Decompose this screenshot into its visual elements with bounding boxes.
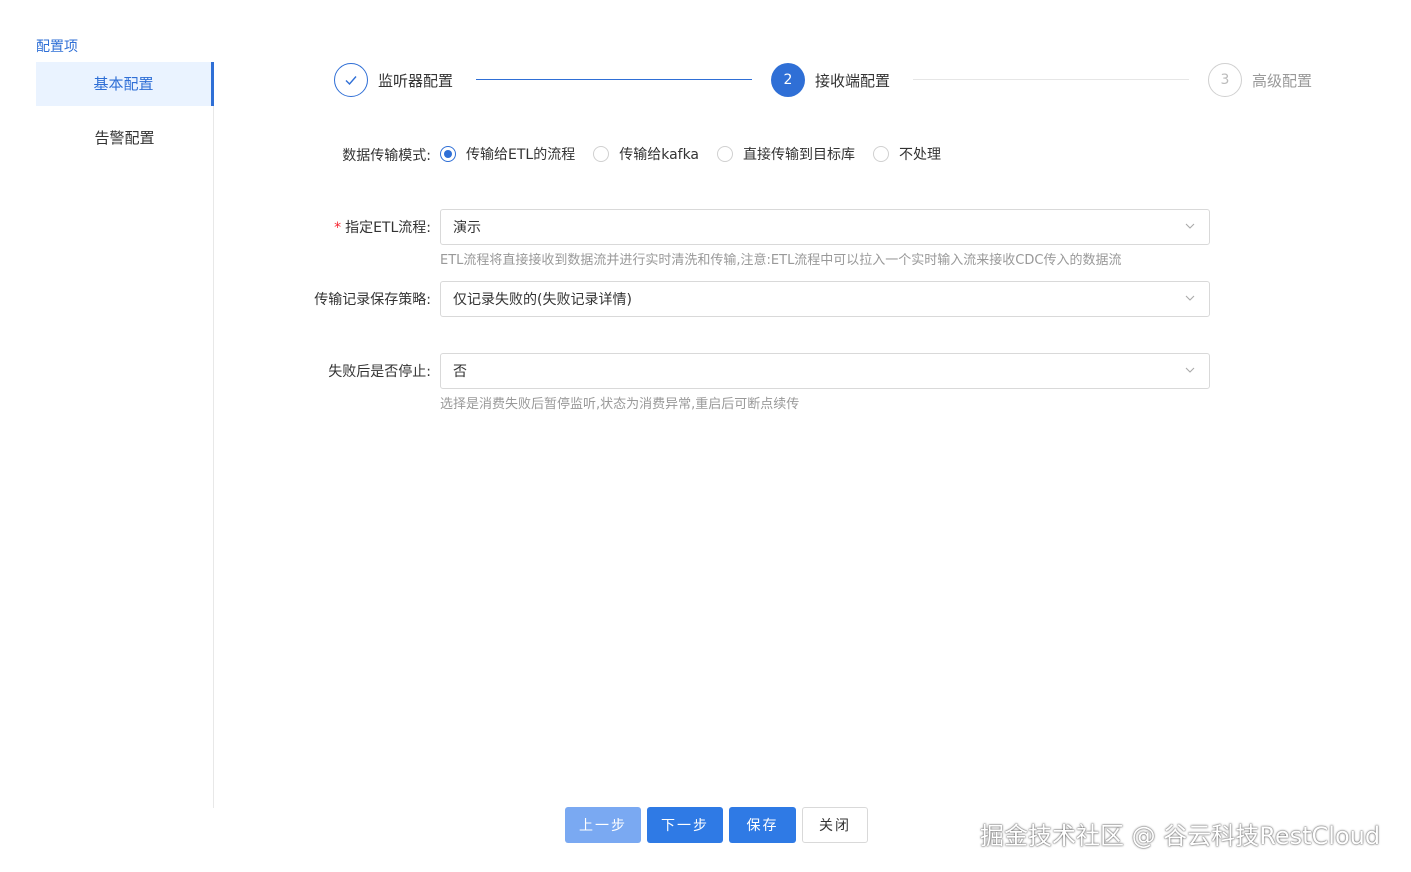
record-policy-label: 传输记录保存策略: — [314, 292, 431, 308]
radio-unchecked-icon — [717, 146, 734, 162]
chevron-down-icon — [1185, 367, 1195, 373]
next-step-button[interactable]: 下一步 — [647, 807, 723, 843]
etl-flow-help: ETL流程将直接接收到数据流并进行实时清洗和传输,注意:ETL流程中可以拉入一个… — [440, 253, 1122, 268]
stop-on-failure-label: 失败后是否停止: — [328, 364, 431, 380]
prev-step-button[interactable]: 上一步 — [565, 807, 641, 843]
check-icon — [334, 63, 368, 97]
page: 配置项 基本配置 告警配置 监听器配置 2 接收端配置 3 高级配置 数据传输模… — [0, 0, 1411, 872]
chevron-down-icon — [1185, 295, 1195, 301]
radio-etl-flow-label: 传输给ETL的流程 — [466, 147, 576, 163]
radio-unchecked-icon — [593, 146, 610, 162]
etl-flow-label: * 指定ETL流程: — [334, 217, 431, 237]
step-3[interactable]: 3 高级配置 — [1208, 62, 1312, 98]
required-mark: * — [334, 220, 342, 236]
record-policy-select[interactable]: 仅记录失败的(失败记录详情) — [440, 281, 1210, 317]
watermark: 掘金技术社区 @ 谷云科技RestCloud — [980, 822, 1381, 850]
radio-no-process[interactable]: 不处理 — [873, 144, 941, 164]
radio-no-process-label: 不处理 — [899, 147, 942, 163]
stop-on-failure-help: 选择是消费失败后暂停监听,状态为消费异常,重启后可断点续传 — [440, 397, 800, 412]
sidebar-title: 配置项 — [36, 39, 78, 55]
etl-flow-select[interactable]: 演示 — [440, 209, 1210, 245]
step-1[interactable]: 监听器配置 — [334, 62, 453, 98]
transfer-mode-radio-group: 传输给ETL的流程 传输给kafka 直接传输到目标库 不处理 — [440, 144, 959, 164]
step-1-label: 监听器配置 — [378, 71, 454, 90]
etl-flow-label-text: 指定ETL流程: — [345, 220, 431, 236]
sidebar-item-basic-config[interactable]: 基本配置 — [36, 62, 214, 106]
radio-direct-target-label: 直接传输到目标库 — [743, 147, 856, 163]
save-button[interactable]: 保存 — [729, 807, 796, 843]
step-connector-1 — [476, 79, 752, 80]
record-policy-value: 仅记录失败的(失败记录详情) — [453, 292, 632, 308]
transfer-mode-label: 数据传输模式: — [342, 148, 431, 164]
radio-direct-target[interactable]: 直接传输到目标库 — [717, 144, 855, 164]
etl-flow-value: 演示 — [453, 220, 481, 236]
stop-on-failure-value: 否 — [453, 364, 467, 380]
step-2-label: 接收端配置 — [815, 71, 891, 90]
step-2-number: 2 — [771, 63, 805, 97]
steps: 监听器配置 2 接收端配置 3 高级配置 — [334, 62, 1324, 98]
step-3-label: 高级配置 — [1252, 71, 1313, 90]
radio-etl-flow[interactable]: 传输给ETL的流程 — [440, 144, 575, 164]
step-connector-2 — [913, 79, 1189, 80]
radio-kafka-label: 传输给kafka — [619, 147, 700, 163]
close-button[interactable]: 关闭 — [802, 807, 868, 843]
stop-on-failure-select[interactable]: 否 — [440, 353, 1210, 389]
step-2[interactable]: 2 接收端配置 — [771, 62, 890, 98]
sidebar: 基本配置 告警配置 — [36, 62, 214, 808]
step-3-number: 3 — [1208, 63, 1242, 97]
radio-unchecked-icon — [873, 146, 890, 162]
chevron-down-icon — [1185, 223, 1195, 229]
sidebar-item-alert-config[interactable]: 告警配置 — [36, 116, 213, 160]
radio-checked-icon — [440, 146, 456, 162]
radio-kafka[interactable]: 传输给kafka — [593, 144, 699, 164]
